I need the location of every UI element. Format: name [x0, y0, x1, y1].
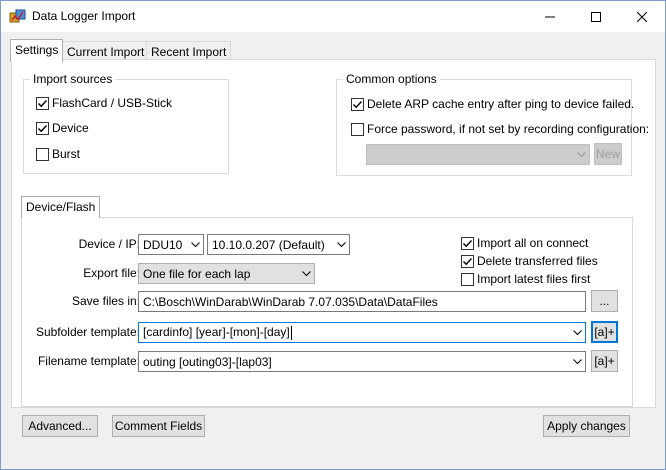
checkbox-unchecked-icon: [36, 147, 49, 161]
filename-template-value: outing [outing03]-[lap03]: [143, 354, 272, 369]
chevron-down-icon: [573, 145, 589, 164]
tab-recent-import[interactable]: Recent Import: [146, 41, 232, 61]
chevron-down-icon: [569, 352, 585, 371]
flashcard-usb-checkbox[interactable]: FlashCard / USB-Stick: [36, 96, 172, 110]
chevron-down-icon: [298, 264, 314, 283]
save-files-value: C:\Bosch\WinDarab\WinDarab 7.07.035\Data…: [143, 294, 438, 309]
browse-folder-button[interactable]: ...: [591, 290, 618, 312]
new-password-button[interactable]: New: [594, 143, 622, 165]
import-all-on-connect-checkbox[interactable]: Import all on connect: [461, 236, 588, 250]
text-caret: [290, 325, 292, 340]
delete-transferred-files-label: Delete transferred files: [477, 254, 598, 268]
import-latest-files-first-label: Import latest files first: [477, 272, 591, 286]
minimize-button[interactable]: [527, 1, 573, 32]
title-bar[interactable]: Data Logger Import: [1, 1, 665, 32]
tab-settings[interactable]: Settings: [10, 39, 64, 62]
import-latest-files-first-checkbox[interactable]: Import latest files first: [461, 272, 590, 286]
common-options-title: Common options: [343, 72, 440, 86]
device-combo[interactable]: DDU10: [138, 234, 204, 255]
save-files-input[interactable]: C:\Bosch\WinDarab\WinDarab 7.07.035\Data…: [138, 291, 586, 312]
close-button[interactable]: [619, 1, 665, 32]
save-files-label: Save files in:: [71, 294, 140, 308]
export-file-label: Export file:: [83, 266, 140, 280]
password-combo[interactable]: [366, 144, 590, 165]
import-all-on-connect-label: Import all on connect: [477, 236, 589, 250]
checkbox-checked-icon: [351, 97, 364, 111]
ip-combo-value: 10.10.0.207 (Default): [212, 237, 325, 252]
apply-changes-button[interactable]: Apply changes: [543, 415, 630, 437]
subfolder-macro-button[interactable]: [a]+: [591, 321, 618, 343]
ip-combo[interactable]: 10.10.0.207 (Default): [207, 234, 350, 255]
checkbox-checked-icon: [36, 121, 49, 135]
force-password-checkbox[interactable]: Force password, if not set by recording …: [351, 122, 649, 136]
settings-panel: Import sources FlashCard / USB-Stick Dev…: [11, 59, 656, 408]
data-logger-import-window: Data Logger Import Settings Current Impo…: [0, 0, 666, 470]
export-file-value: One file for each lap: [143, 266, 251, 281]
device-label: Device: [52, 121, 89, 135]
flashcard-usb-label: FlashCard / USB-Stick: [52, 96, 173, 110]
common-options-group: Common options Delete ARP cache entry af…: [336, 72, 649, 176]
chevron-down-icon: [333, 235, 349, 254]
comment-fields-button[interactable]: Comment Fields: [112, 415, 205, 437]
device-ip-label: Device / IP:: [78, 237, 140, 251]
export-file-combo[interactable]: One file for each lap: [138, 263, 315, 284]
close-icon: [637, 11, 647, 22]
burst-checkbox[interactable]: Burst: [36, 147, 80, 161]
advanced-button[interactable]: Advanced...: [22, 415, 98, 437]
device-checkbox[interactable]: Device: [36, 121, 89, 135]
maximize-button[interactable]: [573, 1, 619, 32]
checkbox-checked-icon: [461, 236, 474, 250]
chevron-down-icon: [569, 323, 585, 342]
delete-arp-label: Delete ARP cache entry after ping to dev…: [367, 97, 635, 111]
filename-template-input[interactable]: outing [outing03]-[lap03]: [138, 351, 586, 372]
import-sources-group: Import sources FlashCard / USB-Stick Dev…: [23, 72, 229, 174]
delete-transferred-files-checkbox[interactable]: Delete transferred files: [461, 254, 598, 268]
tab-current-import[interactable]: Current Import: [62, 41, 150, 61]
delete-arp-checkbox[interactable]: Delete ARP cache entry after ping to dev…: [351, 97, 634, 111]
import-sources-title: Import sources: [30, 72, 116, 86]
checkbox-unchecked-icon: [461, 272, 474, 286]
chevron-down-icon: [187, 235, 203, 254]
burst-label: Burst: [52, 147, 81, 161]
tab-device-flash[interactable]: Device/Flash: [21, 196, 101, 218]
force-password-label: Force password, if not set by recording …: [367, 122, 650, 136]
checkbox-checked-icon: [36, 96, 49, 110]
device-flash-panel: Device / IP: DDU10 10.10.0.207 (Default)…: [21, 217, 633, 407]
checkbox-unchecked-icon: [351, 122, 364, 136]
checkbox-checked-icon: [461, 254, 474, 268]
subfolder-template-label: Subfolder template:: [35, 325, 140, 339]
minimize-icon: [545, 16, 555, 17]
filename-template-label: Filename template:: [37, 354, 140, 368]
window-title: Data Logger Import: [32, 9, 136, 23]
subfolder-template-input[interactable]: [cardinfo] [year]-[mon]-[day]: [138, 322, 586, 343]
device-combo-value: DDU10: [143, 237, 183, 252]
filename-macro-button[interactable]: [a]+: [591, 350, 618, 372]
app-icon: [9, 8, 27, 24]
maximize-icon: [591, 11, 601, 22]
subfolder-template-value: [cardinfo] [year]-[mon]-[day]: [143, 325, 290, 340]
